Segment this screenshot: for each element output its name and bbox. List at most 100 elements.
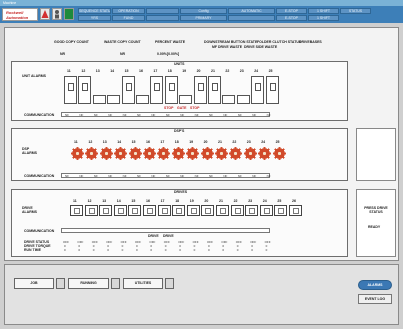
warning-icon-svg bbox=[41, 10, 49, 18]
unit-slot[interactable] bbox=[64, 76, 77, 104]
comm-status: NF bbox=[93, 174, 98, 178]
unit-number: 23 bbox=[239, 69, 244, 73]
drive-number: 23 bbox=[248, 199, 253, 203]
unit-slot-inner bbox=[269, 83, 276, 91]
header-top-field: E-STOP bbox=[276, 8, 307, 14]
status-icon[interactable] bbox=[64, 8, 74, 20]
drive-box-inner bbox=[205, 208, 212, 214]
person-icon[interactable] bbox=[52, 8, 62, 20]
unit-slot[interactable] bbox=[265, 76, 279, 104]
unit-slot[interactable] bbox=[92, 95, 106, 104]
header-top-field: Config bbox=[180, 8, 227, 14]
unit-number: 19 bbox=[182, 69, 187, 73]
unit-slot[interactable] bbox=[251, 76, 265, 104]
header-bottom-field bbox=[146, 15, 179, 21]
gear-icon[interactable] bbox=[128, 147, 142, 160]
bottom-nav-button[interactable]: UTILITIES bbox=[123, 278, 163, 289]
unit-slot-inner bbox=[68, 83, 74, 91]
unit-slot[interactable] bbox=[236, 95, 250, 104]
unit-number: 25 bbox=[268, 69, 273, 73]
header-bottom-field: E-STOP bbox=[276, 15, 307, 21]
unit-slot[interactable] bbox=[222, 95, 236, 104]
comm-status: NF bbox=[209, 113, 213, 117]
drive-box-inner bbox=[190, 208, 197, 214]
unit-slot[interactable] bbox=[136, 95, 149, 104]
gear-icon[interactable] bbox=[171, 147, 185, 160]
gear-icon[interactable] bbox=[99, 147, 113, 160]
drive-box[interactable] bbox=[128, 205, 142, 216]
header-bottom-field: 1 SHIFT bbox=[308, 15, 339, 21]
summary-value: NR bbox=[120, 52, 126, 56]
drive-box[interactable] bbox=[289, 205, 302, 216]
dsp-number: 16 bbox=[146, 140, 150, 144]
drive-number: 17 bbox=[160, 199, 165, 203]
drive-number: 26 bbox=[292, 199, 296, 203]
unit-slot[interactable] bbox=[107, 95, 121, 104]
dsp-number: 22 bbox=[232, 140, 237, 144]
unit-slot[interactable] bbox=[150, 76, 164, 104]
drive-box[interactable] bbox=[259, 205, 273, 216]
drive-box[interactable] bbox=[186, 205, 200, 216]
bottom-nav-button[interactable]: RUNNING bbox=[68, 278, 109, 289]
unit-slot-inner bbox=[154, 83, 161, 91]
drive-box-inner bbox=[263, 208, 270, 214]
run-time-value: 0 bbox=[92, 248, 95, 252]
run-time-value: 0 bbox=[78, 248, 81, 252]
drives-comm-bar bbox=[61, 228, 270, 233]
bottom-nav-indicator bbox=[111, 278, 120, 289]
drive-box[interactable] bbox=[157, 205, 171, 216]
drive-number: 12 bbox=[87, 199, 92, 203]
gear-icon[interactable] bbox=[200, 147, 214, 160]
unit-slot[interactable] bbox=[179, 95, 193, 104]
unit-slot[interactable] bbox=[164, 76, 178, 104]
unit-slot[interactable] bbox=[208, 76, 221, 104]
alarms-button[interactable]: ALARMS bbox=[358, 280, 392, 290]
drives-side-panel bbox=[356, 189, 396, 257]
gear-icon[interactable] bbox=[71, 147, 84, 160]
comm-status: NF bbox=[79, 113, 84, 117]
bottom-nav-button[interactable]: JOB bbox=[14, 278, 54, 289]
run-time-value: 0 bbox=[121, 248, 124, 252]
drive-box[interactable] bbox=[143, 205, 156, 216]
unit-slot-inner bbox=[125, 83, 132, 91]
comm-status: NF bbox=[223, 174, 228, 178]
unit-number: 14 bbox=[110, 69, 115, 73]
run-time-value: 0 bbox=[208, 248, 210, 252]
unit-slot[interactable] bbox=[121, 76, 135, 104]
drive-box[interactable] bbox=[84, 205, 98, 216]
drive-box[interactable] bbox=[216, 205, 229, 216]
drive-box[interactable] bbox=[113, 205, 127, 216]
unit-slot[interactable] bbox=[78, 76, 92, 104]
drive-box-inner bbox=[132, 208, 139, 214]
drive-box[interactable] bbox=[172, 205, 186, 216]
comm-status: NF bbox=[79, 174, 84, 178]
gear-icon[interactable] bbox=[143, 147, 156, 160]
warning-icon[interactable] bbox=[40, 8, 50, 20]
drive-box[interactable] bbox=[230, 205, 244, 216]
event-log-button[interactable]: EVENT LOG bbox=[358, 294, 392, 304]
drive-box[interactable] bbox=[70, 205, 83, 216]
drive-box-inner bbox=[220, 208, 226, 214]
comm-status: NF bbox=[194, 113, 199, 117]
comm-status: NF bbox=[137, 174, 141, 178]
dsp-number: 19 bbox=[189, 140, 194, 144]
drive-box[interactable] bbox=[201, 205, 215, 216]
gear-icon[interactable] bbox=[215, 147, 228, 160]
drive-box[interactable] bbox=[99, 205, 113, 216]
dsp-number: 14 bbox=[117, 140, 122, 144]
comm-status: NF bbox=[266, 174, 271, 178]
drive-box[interactable] bbox=[245, 205, 259, 216]
unit-slot[interactable] bbox=[193, 76, 207, 104]
drive-box-inner bbox=[147, 208, 153, 214]
dsp-number: 23 bbox=[246, 140, 251, 144]
gear-icon[interactable] bbox=[243, 147, 257, 160]
gear-icon[interactable] bbox=[272, 147, 286, 160]
comm-status: NF bbox=[165, 113, 170, 117]
unit-slot-inner bbox=[255, 83, 262, 91]
dsp-side-panel bbox=[356, 128, 396, 181]
drive-number: 14 bbox=[116, 199, 121, 203]
press-drive-status-label: PRESS DRIVE STATUS bbox=[364, 206, 388, 214]
dsp-number: 13 bbox=[102, 140, 107, 144]
drive-box[interactable] bbox=[274, 205, 288, 216]
run-time-value: 0 bbox=[107, 248, 109, 252]
